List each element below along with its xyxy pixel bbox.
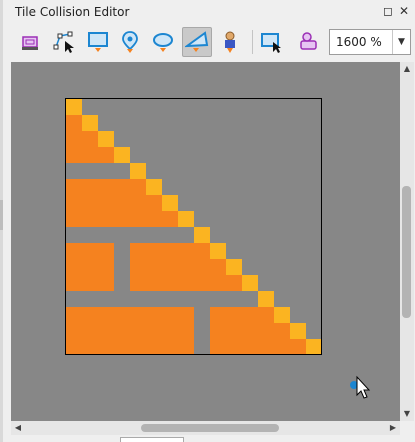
horizontal-scroll-thumb[interactable] xyxy=(141,424,279,432)
title-bar: Tile Collision Editor ◻ ✕ xyxy=(3,0,415,24)
collision-block[interactable] xyxy=(66,147,114,163)
insert-polygon-tool[interactable] xyxy=(182,27,212,57)
tile-collision-editor-window: Tile Collision Editor ◻ ✕ 1600 % ▼ ▲ ▼ ◀… xyxy=(0,0,415,442)
scroll-right-icon[interactable]: ▶ xyxy=(386,421,400,435)
zoom-value: 1600 % xyxy=(336,35,382,49)
insert-rectangle-tool[interactable] xyxy=(84,27,114,57)
insert-template-tool[interactable] xyxy=(215,27,245,57)
insert-polygon-tool-icon xyxy=(185,31,209,52)
layer-properties-button[interactable] xyxy=(294,27,324,57)
collision-block[interactable] xyxy=(130,275,242,291)
collision-edge-cell[interactable] xyxy=(242,275,258,291)
close-icon[interactable]: ✕ xyxy=(397,4,411,18)
insert-point-tool[interactable] xyxy=(116,27,146,57)
collision-block[interactable] xyxy=(66,131,98,147)
collision-edge-cell[interactable] xyxy=(98,131,114,147)
scroll-down-icon[interactable]: ▼ xyxy=(400,407,414,421)
tile-collision-shapes xyxy=(66,99,321,354)
collision-edge-cell[interactable] xyxy=(114,147,130,163)
collision-edge-cell[interactable] xyxy=(162,195,178,211)
float-window-icon[interactable]: ◻ xyxy=(381,4,395,18)
collision-edge-cell[interactable] xyxy=(82,115,98,131)
tile-frame xyxy=(65,98,322,355)
toolbar: 1600 % ▼ xyxy=(3,24,415,60)
collision-edge-cell[interactable] xyxy=(66,99,82,115)
collision-edge-cell[interactable] xyxy=(274,307,290,323)
collision-block[interactable] xyxy=(66,179,146,195)
scroll-up-icon[interactable]: ▲ xyxy=(400,62,414,76)
window-title: Tile Collision Editor xyxy=(15,5,130,19)
collision-block[interactable] xyxy=(210,323,290,339)
collision-edge-cell[interactable] xyxy=(258,291,274,307)
collision-block[interactable] xyxy=(66,307,194,354)
chevron-down-icon[interactable]: ▼ xyxy=(392,30,410,54)
collision-block[interactable] xyxy=(210,307,274,323)
dock-edge[interactable] xyxy=(0,0,3,442)
edit-polygons-tool-icon xyxy=(53,31,74,53)
collision-block[interactable] xyxy=(130,259,226,275)
toolbar-separator xyxy=(252,30,253,54)
collision-block[interactable] xyxy=(210,339,306,354)
insert-template-tool-icon xyxy=(225,31,235,53)
collision-edge-cell[interactable] xyxy=(290,323,306,339)
insert-ellipse-tool-icon xyxy=(153,33,173,52)
insert-text-tool-icon xyxy=(261,33,281,53)
collision-block[interactable] xyxy=(66,243,114,291)
bottom-dock-tab[interactable] xyxy=(120,437,184,442)
collision-block[interactable] xyxy=(130,243,210,259)
horizontal-scrollbar[interactable]: ◀ ▶ xyxy=(11,421,400,435)
insert-text-tool[interactable] xyxy=(256,27,286,57)
collision-edge-cell[interactable] xyxy=(178,211,194,227)
mouse-cursor-icon xyxy=(350,375,371,399)
zoom-select[interactable]: 1600 % ▼ xyxy=(329,29,411,55)
collision-block[interactable] xyxy=(66,115,82,131)
insert-ellipse-tool[interactable] xyxy=(149,27,179,57)
dock-resize-grip[interactable] xyxy=(0,200,3,230)
layer-properties-icon xyxy=(300,32,317,50)
collision-edge-cell[interactable] xyxy=(146,179,162,195)
collision-edge-cell[interactable] xyxy=(210,243,226,259)
insert-point-tool-icon xyxy=(122,31,138,53)
collision-edge-cell[interactable] xyxy=(194,227,210,243)
select-objects-tool-icon xyxy=(22,36,38,50)
edit-polygons-tool[interactable] xyxy=(49,27,79,57)
insert-rectangle-tool-icon xyxy=(88,32,108,52)
collision-block[interactable] xyxy=(66,195,162,211)
vertical-scroll-thumb[interactable] xyxy=(402,186,411,318)
select-objects-tool[interactable] xyxy=(17,27,47,57)
collision-canvas[interactable] xyxy=(11,62,400,421)
vertical-scrollbar[interactable]: ▲ ▼ xyxy=(400,62,414,421)
collision-edge-cell[interactable] xyxy=(130,163,146,179)
collision-edge-cell[interactable] xyxy=(306,339,321,354)
collision-edge-cell[interactable] xyxy=(226,259,242,275)
scroll-left-icon[interactable]: ◀ xyxy=(11,421,25,435)
collision-block[interactable] xyxy=(66,211,178,227)
